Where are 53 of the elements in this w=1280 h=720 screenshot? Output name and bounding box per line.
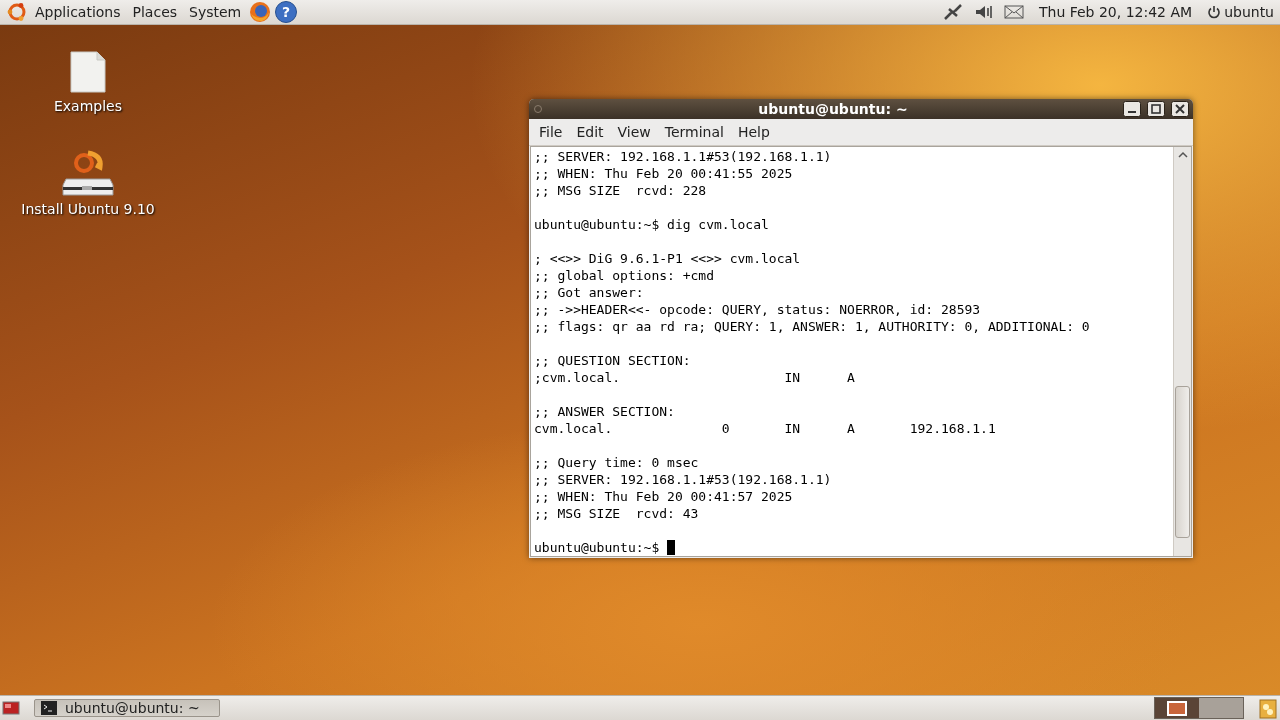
window-menu-icon[interactable] [533,104,543,114]
help-icon[interactable]: ? [274,0,299,24]
menu-item[interactable]: Help [731,122,776,142]
panel-menu[interactable]: Places [127,2,183,22]
desktop-icon-label[interactable]: Install Ubuntu 9.10 [21,201,155,217]
terminal-icon [41,701,57,715]
panel-menu[interactable]: Applications [30,2,126,22]
workspace-switcher-cell[interactable] [1155,698,1199,718]
terminal-line: ;; MSG SIZE rcvd: 43 [534,505,699,522]
terminal-line: ;; ->>HEADER<<- opcode: QUERY, status: NOERROR, id: 28593 [534,301,981,318]
terminal-line: ;; WHEN: Thu Feb 20 00:41:55 2025 [534,165,793,182]
terminal-line: cvm.local. 0 IN A 192.168.1.1 [534,420,996,437]
desktop-icon-label[interactable]: Examples [54,98,122,114]
volume-icon[interactable] [973,3,994,21]
maximize-icon[interactable] [1147,101,1165,117]
menu-item[interactable]: Terminal [658,122,730,142]
terminal-line: ;; flags: qr aa rd ra; QUERY: 1, ANSWER: 1, AUTHORITY: 0, ADDITIONAL: 0 [534,318,1090,335]
scrollbar-thumb[interactable] [1175,386,1190,538]
clock[interactable]: Thu Feb 20, 12:42 AM [1033,2,1198,22]
trash-icon[interactable] [1258,697,1278,719]
workspace-switcher-cell[interactable] [1199,698,1243,718]
terminal-line: ;; Got answer: [534,284,644,301]
ubuntu-logo-icon[interactable] [6,1,28,23]
terminal-line: ;; Query time: 0 msec [534,454,699,471]
user-menu[interactable]: ubuntu [1207,4,1274,20]
terminal-line: ubuntu@ubuntu:~$ dig cvm.local [534,216,769,233]
panel-menu[interactable]: System [184,2,247,22]
window-title: ubuntu@ubuntu: ~ [757,101,909,117]
text-cursor [667,540,676,555]
installer-drive-icon[interactable] [62,149,114,197]
folder-document-icon[interactable] [69,50,107,94]
menu-item[interactable]: View [611,122,657,142]
terminal-line: ;; MSG SIZE rcvd: 228 [534,182,707,199]
browser-icon[interactable] [248,0,273,24]
menu-item[interactable]: File [533,122,569,142]
terminal-line: ;; WHEN: Thu Feb 20 00:41:57 2025 [534,488,793,505]
terminal-line: ;; ANSWER SECTION: [534,403,675,420]
terminal-line: ;; SERVER: 192.168.1.1#53(192.168.1.1) [534,471,832,488]
close-icon[interactable] [1171,101,1189,117]
terminal-line: ;; SERVER: 192.168.1.1#53(192.168.1.1) [534,148,832,165]
terminal-line: ;cvm.local. IN A [534,369,855,386]
scrollbar[interactable] [1173,147,1191,556]
show-desktop-icon[interactable] [2,699,20,717]
terminal-line: ;; QUESTION SECTION: [534,352,691,369]
terminal-line: ubuntu@ubuntu:~$ [534,539,661,556]
scroll-up-icon[interactable] [1177,151,1188,159]
taskbar-button[interactable]: ubuntu@ubuntu: ~ [34,699,220,717]
minimize-icon[interactable] [1123,101,1141,117]
power-icon [1207,5,1222,19]
menu-item[interactable]: Edit [570,122,610,142]
terminal-line: ; <<>> DiG 9.6.1-P1 <<>> cvm.local [534,250,801,267]
mail-icon[interactable] [1003,4,1024,20]
terminal-line: ;; global options: +cmd [534,267,714,284]
